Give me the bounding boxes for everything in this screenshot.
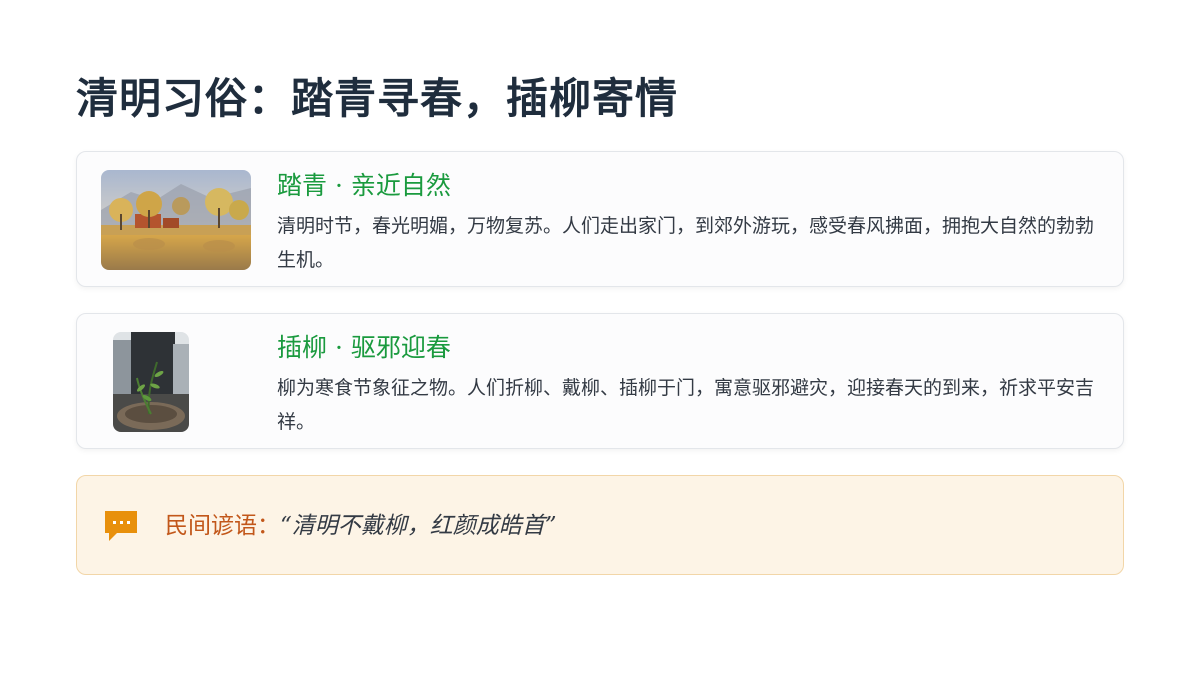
custom-card-taqing: 踏青 · 亲近自然 清明时节，春光明媚，万物复苏。人们走出家门，到郊外游玩，感受… [76, 151, 1124, 287]
custom-card-chaliu: 插柳 · 驱邪迎春 柳为寒食节象征之物。人们折柳、戴柳、插柳于门，寓意驱邪避灾，… [76, 313, 1124, 449]
card-text: 清明时节，春光明媚，万物复苏。人们走出家门，到郊外游玩，感受春风拂面，拥抱大自然… [277, 215, 1095, 271]
card-text: 柳为寒食节象征之物。人们折柳、戴柳、插柳于门，寓意驱邪避灾，迎接春天的到来，祈求… [277, 377, 1095, 433]
lake-trees-photo [101, 170, 251, 270]
chat-bubble-icon [103, 509, 139, 543]
proverb-label: 民间谚语： [165, 513, 280, 539]
card-title: 踏青 · 亲近自然 [277, 171, 451, 200]
slide-page: 清明习俗：踏青寻春，插柳寄情 踏青 · 亲近自然 清明时节，春光明媚，万物复苏。… [0, 0, 1200, 675]
page-title: 清明习俗：踏青寻春，插柳寄情 [76, 74, 679, 123]
willow-bowl-photo [113, 332, 189, 432]
card-title: 插柳 · 驱邪迎春 [277, 333, 451, 362]
proverb-line: 民间谚语：“清明不戴柳，红颜成皓首” [165, 509, 557, 543]
proverb-quote: “清明不戴柳，红颜成皓首” [280, 513, 557, 539]
proverb-box: 民间谚语：“清明不戴柳，红颜成皓首” [76, 475, 1124, 575]
